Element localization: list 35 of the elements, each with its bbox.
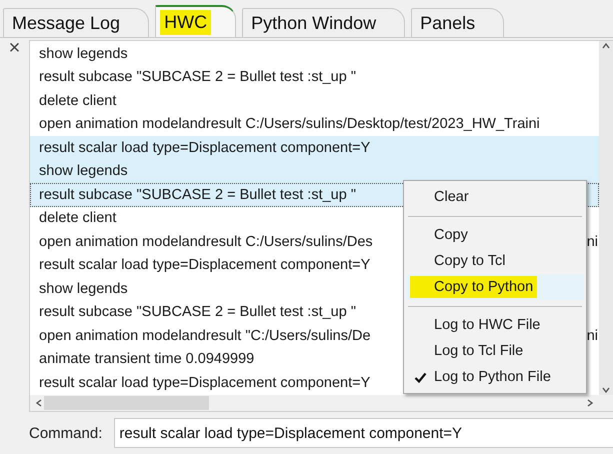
scroll-left-icon[interactable] bbox=[34, 398, 44, 408]
log-text: open animation modelandresult "C:/Users/sulins/De bbox=[39, 328, 371, 344]
tab[interactable]: Panels bbox=[411, 8, 504, 37]
log-text: result scalar load type=Displacement component=Y bbox=[39, 374, 370, 391]
log-text: show legends bbox=[39, 46, 128, 62]
scroll-thumb[interactable] bbox=[44, 396, 209, 410]
log-text: animate transient time 0.0949999 bbox=[39, 351, 254, 368]
log-text: result subcase "SUBCASE 2 = Bullet test :st_up " bbox=[39, 304, 356, 320]
log-text: ni bbox=[586, 234, 598, 250]
menu-item[interactable]: Copy to Python bbox=[406, 274, 584, 300]
tab[interactable]: Python Window bbox=[242, 8, 406, 37]
log-text: result subcase "SUBCASE 2 = Bullet test :st_up " bbox=[39, 186, 356, 203]
close-button[interactable]: × bbox=[8, 39, 20, 57]
tab[interactable]: Message Log bbox=[3, 8, 150, 37]
scroll-up-icon[interactable] bbox=[601, 41, 611, 51]
scrollbar-corner bbox=[599, 395, 613, 411]
log-row[interactable]: show legends bbox=[30, 160, 599, 183]
log-text: open animation modelandresult C:/Users/sulins/Desktop/test/2023_HW_Traini bbox=[39, 116, 540, 132]
log-text: result scalar load type=Displacement component=Y bbox=[39, 257, 370, 274]
log-text: show legends bbox=[39, 163, 128, 180]
log-row[interactable]: result scalar load type=Displacement component=Y bbox=[30, 136, 599, 160]
vertical-scrollbar[interactable] bbox=[599, 41, 613, 395]
log-text: result scalar load type=Displacement component=Y bbox=[39, 140, 370, 156]
scroll-down-icon[interactable] bbox=[601, 385, 611, 395]
log-text: delete client bbox=[39, 92, 116, 109]
log-text: ni bbox=[586, 328, 598, 344]
log-text: show legends bbox=[39, 280, 128, 297]
log-text: open animation modelandresult C:/Users/sulins/Des bbox=[39, 234, 373, 250]
command-field[interactable]: result scalar load type=Displacement component=Y bbox=[114, 418, 613, 448]
log-text: result subcase "SUBCASE 2 = Bullet test :st_up " bbox=[39, 69, 356, 86]
horizontal-scrollbar[interactable] bbox=[30, 395, 599, 411]
scroll-right-icon[interactable] bbox=[585, 398, 595, 408]
tab[interactable]: HWC bbox=[155, 5, 236, 37]
command-label: Command: bbox=[29, 424, 102, 442]
log-text: delete client bbox=[39, 210, 116, 226]
